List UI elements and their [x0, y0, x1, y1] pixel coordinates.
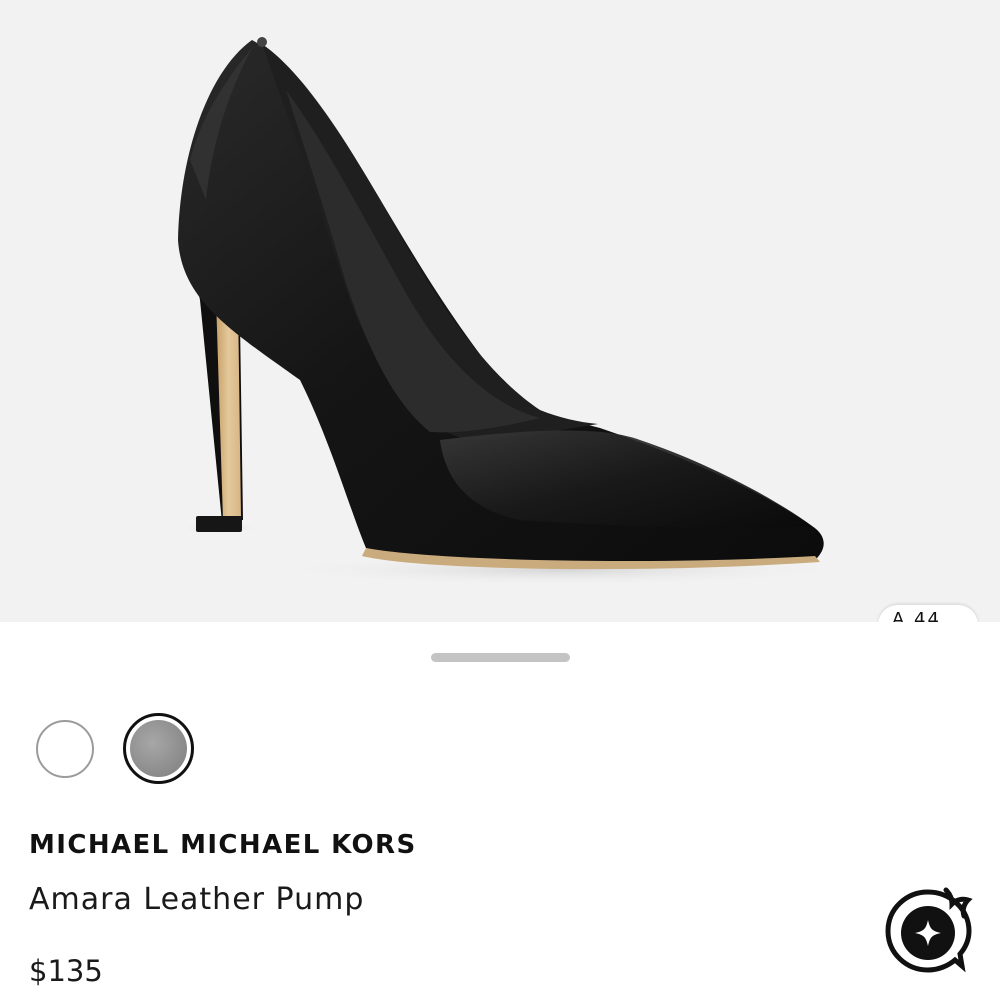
sheet-drag-handle[interactable] — [431, 653, 570, 662]
product-info-sheet: MICHAEL MICHAEL KORS Amara Leather Pump … — [0, 622, 1000, 1000]
product-detail-screen: A 44 MICHAEL MICHAEL KORS Amara Leather … — [0, 0, 1000, 1000]
grey-swatch-fill — [130, 720, 187, 777]
product-price: $135 — [29, 954, 103, 988]
brand-name: MICHAEL MICHAEL KORS — [29, 830, 417, 860]
product-title: Amara Leather Pump — [29, 882, 365, 917]
sparkle-chat-icon — [885, 887, 973, 973]
product-image[interactable] — [0, 0, 1000, 622]
assistant-button[interactable] — [882, 884, 974, 976]
shoe-illustration — [178, 37, 860, 586]
color-swatch-grey-selected[interactable] — [123, 713, 194, 784]
color-swatch-white[interactable] — [36, 720, 94, 778]
